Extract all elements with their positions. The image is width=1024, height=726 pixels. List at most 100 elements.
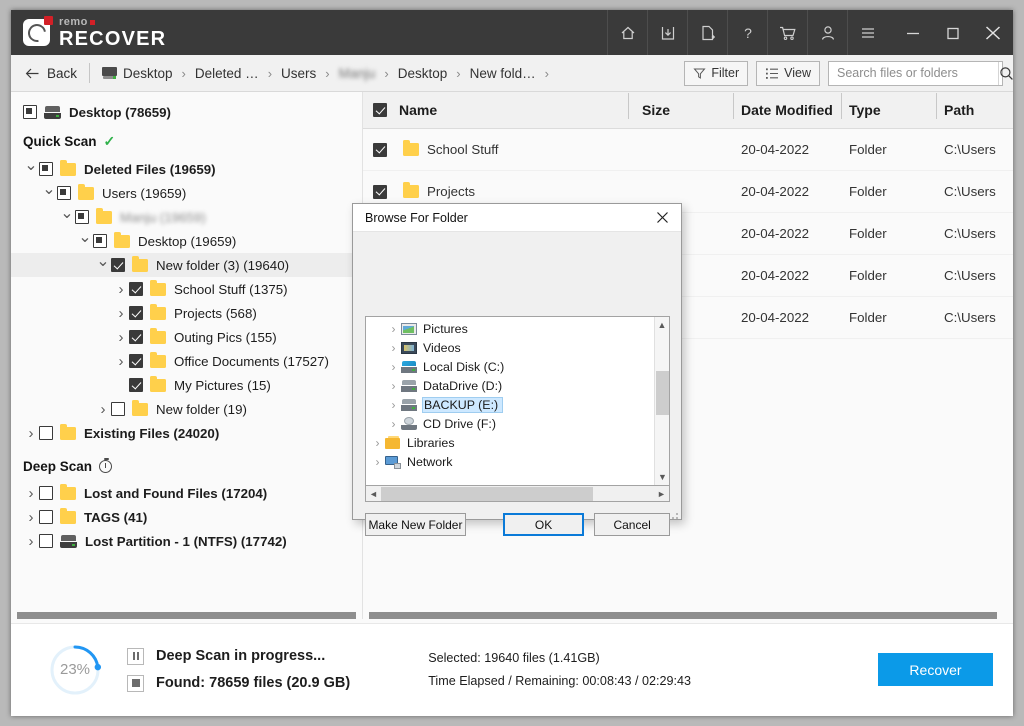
chevron-right-icon[interactable] (23, 425, 39, 442)
tree-node[interactable]: Lost Partition - 1 (NTFS) (17742) (11, 529, 362, 553)
chevron-right-icon[interactable]: › (370, 436, 385, 450)
tree-node[interactable]: Deleted Files (19659) (11, 157, 362, 181)
column-header-name[interactable]: Name (363, 102, 628, 118)
folder-tree-item[interactable]: ›BACKUP (E:) (366, 395, 669, 414)
chevron-right-icon[interactable] (113, 305, 129, 322)
chevron-right-icon[interactable] (23, 485, 39, 502)
chevron-right-icon[interactable] (23, 533, 39, 550)
dialog-vertical-scrollbar[interactable]: ▲ ▼ (654, 317, 669, 485)
checkbox[interactable] (111, 258, 125, 272)
folder-tree-item[interactable]: ›Pictures (366, 319, 669, 338)
checkbox[interactable] (39, 162, 53, 176)
tree-node[interactable]: My Pictures (15) (11, 373, 362, 397)
chevron-down-icon[interactable] (77, 231, 93, 251)
back-button[interactable]: Back (21, 66, 87, 81)
tree-node[interactable]: New folder (19) (11, 397, 362, 421)
checkbox[interactable] (75, 210, 89, 224)
scrollbar-thumb-h[interactable] (381, 487, 593, 501)
scroll-left-icon[interactable]: ◄ (366, 489, 381, 499)
user-icon[interactable] (807, 10, 847, 55)
folder-tree-item[interactable]: ›Network (366, 452, 669, 471)
breadcrumb-item-desktop-2[interactable]: Desktop (394, 66, 452, 81)
folder-tree-item[interactable]: ›DataDrive (D:) (366, 376, 669, 395)
chevron-down-icon[interactable] (23, 159, 39, 179)
checkbox[interactable] (39, 510, 53, 524)
checkbox[interactable] (129, 330, 143, 344)
chevron-right-icon[interactable] (113, 353, 129, 370)
chevron-right-icon[interactable]: › (386, 322, 401, 336)
checkbox[interactable] (129, 354, 143, 368)
list-horizontal-scrollbar[interactable] (363, 612, 1013, 619)
chevron-right-icon[interactable]: › (386, 341, 401, 355)
chevron-right-icon[interactable]: › (386, 398, 401, 412)
folder-tree-item[interactable]: ›Videos (366, 338, 669, 357)
row-checkbox[interactable] (373, 185, 387, 199)
chevron-right-icon[interactable] (113, 329, 129, 346)
chevron-right-icon[interactable]: › (386, 417, 401, 431)
chevron-down-icon[interactable] (95, 255, 111, 275)
ok-button[interactable]: OK (503, 513, 584, 536)
checkbox[interactable] (129, 282, 143, 296)
scrollbar-thumb[interactable] (656, 371, 669, 415)
scroll-down-icon[interactable]: ▼ (655, 469, 670, 485)
checkbox[interactable] (39, 426, 53, 440)
minimize-button[interactable] (893, 10, 933, 55)
folder-tree-item[interactable]: ›Libraries (366, 433, 669, 452)
breadcrumb-item-desktop[interactable]: Desktop (98, 66, 177, 81)
scroll-up-icon[interactable]: ▲ (655, 317, 669, 333)
checkbox[interactable] (93, 234, 107, 248)
tree-root-desktop[interactable]: Desktop (78659) (11, 100, 362, 124)
save-icon[interactable] (647, 10, 687, 55)
tree-node[interactable]: Office Documents (17527) (11, 349, 362, 373)
menu-icon[interactable] (847, 10, 887, 55)
tree-node[interactable]: Projects (568) (11, 301, 362, 325)
checkbox[interactable] (23, 105, 37, 119)
column-header-type[interactable]: Type (841, 102, 936, 118)
tree-node[interactable]: Desktop (19659) (11, 229, 362, 253)
tree-node[interactable]: Users (19659) (11, 181, 362, 205)
resize-grip[interactable] (668, 509, 678, 519)
make-new-folder-button[interactable]: Make New Folder (365, 513, 466, 536)
search-icon[interactable] (998, 62, 1013, 85)
home-icon[interactable] (607, 10, 647, 55)
table-row[interactable]: School Stuff20-04-2022FolderC:\Users (363, 129, 1013, 171)
chevron-right-icon[interactable] (95, 401, 111, 418)
view-button[interactable]: View (756, 61, 820, 86)
search-input[interactable] (837, 66, 998, 80)
recover-button[interactable]: Recover (878, 653, 993, 686)
column-header-path[interactable]: Path (936, 102, 1013, 118)
checkbox[interactable] (39, 486, 53, 500)
checkbox[interactable] (57, 186, 71, 200)
breadcrumb-item-deleted[interactable]: Deleted … (191, 66, 263, 81)
scroll-right-icon[interactable]: ► (654, 489, 669, 499)
help-icon[interactable]: ? (727, 10, 767, 55)
stop-scan-button[interactable] (127, 675, 144, 692)
tree-node[interactable]: Existing Files (24020) (11, 421, 362, 445)
checkbox[interactable] (129, 378, 143, 392)
cancel-button[interactable]: Cancel (594, 513, 670, 536)
chevron-right-icon[interactable]: › (370, 455, 385, 469)
column-header-date[interactable]: Date Modified (733, 102, 841, 118)
column-header-size[interactable]: Size (628, 102, 733, 118)
chevron-right-icon[interactable]: › (386, 379, 401, 393)
new-file-icon[interactable] (687, 10, 727, 55)
tree-horizontal-scrollbar[interactable] (11, 612, 363, 619)
pause-scan-button[interactable] (127, 648, 144, 665)
select-all-checkbox[interactable] (373, 103, 387, 117)
row-checkbox[interactable] (373, 143, 387, 157)
folder-tree-item[interactable]: ›CD Drive (F:) (366, 414, 669, 433)
chevron-right-icon[interactable]: › (386, 360, 401, 374)
breadcrumb-item-users[interactable]: Users (277, 66, 320, 81)
close-button[interactable] (973, 10, 1013, 55)
tree-node[interactable]: School Stuff (1375) (11, 277, 362, 301)
breadcrumb-item-user-name[interactable]: Manju (335, 66, 380, 81)
checkbox[interactable] (129, 306, 143, 320)
dialog-close-icon[interactable] (643, 204, 681, 232)
chevron-right-icon[interactable] (23, 509, 39, 526)
cart-icon[interactable] (767, 10, 807, 55)
chevron-down-icon[interactable] (41, 183, 57, 203)
tree-node[interactable]: Manju (19659) (11, 205, 362, 229)
filter-button[interactable]: Filter (684, 61, 748, 86)
tree-node[interactable]: New folder (3) (19640) (11, 253, 362, 277)
maximize-button[interactable] (933, 10, 973, 55)
